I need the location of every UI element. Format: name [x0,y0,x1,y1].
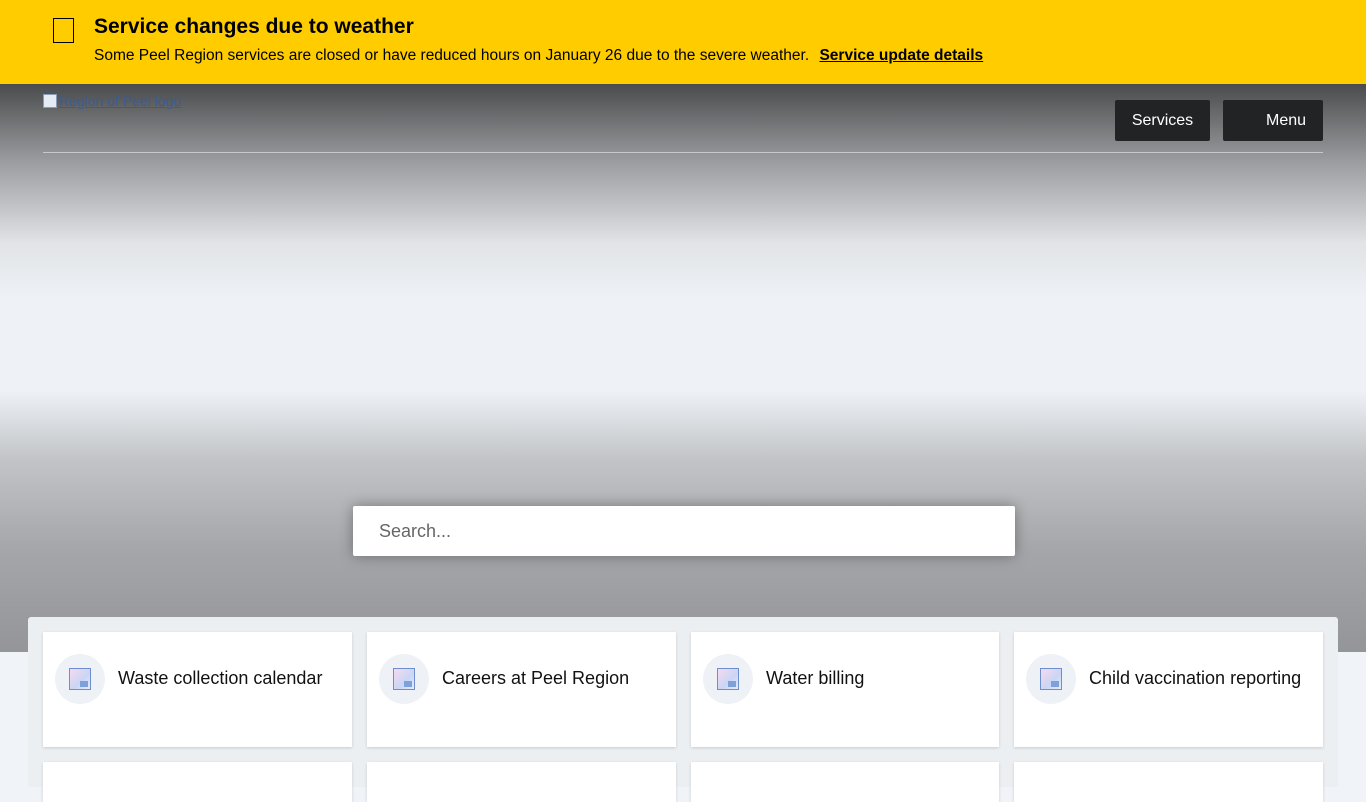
quick-link-careers[interactable]: Careers at Peel Region [367,632,676,747]
alert-icon [53,18,74,43]
quick-link-tile[interactable] [691,762,999,802]
tile-label: Child vaccination reporting [1089,668,1302,688]
tile-label: Water billing [766,668,865,688]
weather-alert-banner: Service changes due to weather Some Peel… [0,0,1366,84]
quick-link-tile[interactable] [43,762,352,802]
search-input[interactable] [353,506,1015,556]
alert-message-row: Some Peel Region services are closed or … [94,47,983,65]
broken-image-icon [43,94,57,108]
tile-label: Careers at Peel Region [442,668,630,688]
service-update-link[interactable]: Service update details [819,47,983,64]
quick-link-water-billing[interactable]: Water billing [691,632,999,747]
menu-button[interactable]: Menu [1223,100,1323,141]
quick-link-tile[interactable] [1014,762,1323,802]
broken-image-icon [393,668,415,690]
quick-link-waste-calendar[interactable]: Waste collection calendar [43,632,352,747]
hero-background [0,84,1366,652]
alert-message: Some Peel Region services are closed or … [94,47,810,64]
services-button[interactable]: Services [1115,100,1210,141]
tile-icon-circle [379,654,429,704]
logo-alt-text: Region of Peel logo [59,93,182,109]
tile-icon-circle [703,654,753,704]
header-divider [43,152,1323,153]
region-logo-link[interactable]: Region of Peel logo [43,93,181,109]
quick-link-tile[interactable] [367,762,676,802]
broken-image-icon [717,668,739,690]
tile-icon-circle [55,654,105,704]
quick-link-child-vaccination[interactable]: Child vaccination reporting [1014,632,1323,747]
search-box [353,506,1015,556]
alert-title: Service changes due to weather [94,15,414,38]
tile-label: Waste collection calendar [118,668,323,688]
tile-icon-circle [1026,654,1076,704]
broken-image-icon [69,668,91,690]
broken-image-icon [1040,668,1062,690]
